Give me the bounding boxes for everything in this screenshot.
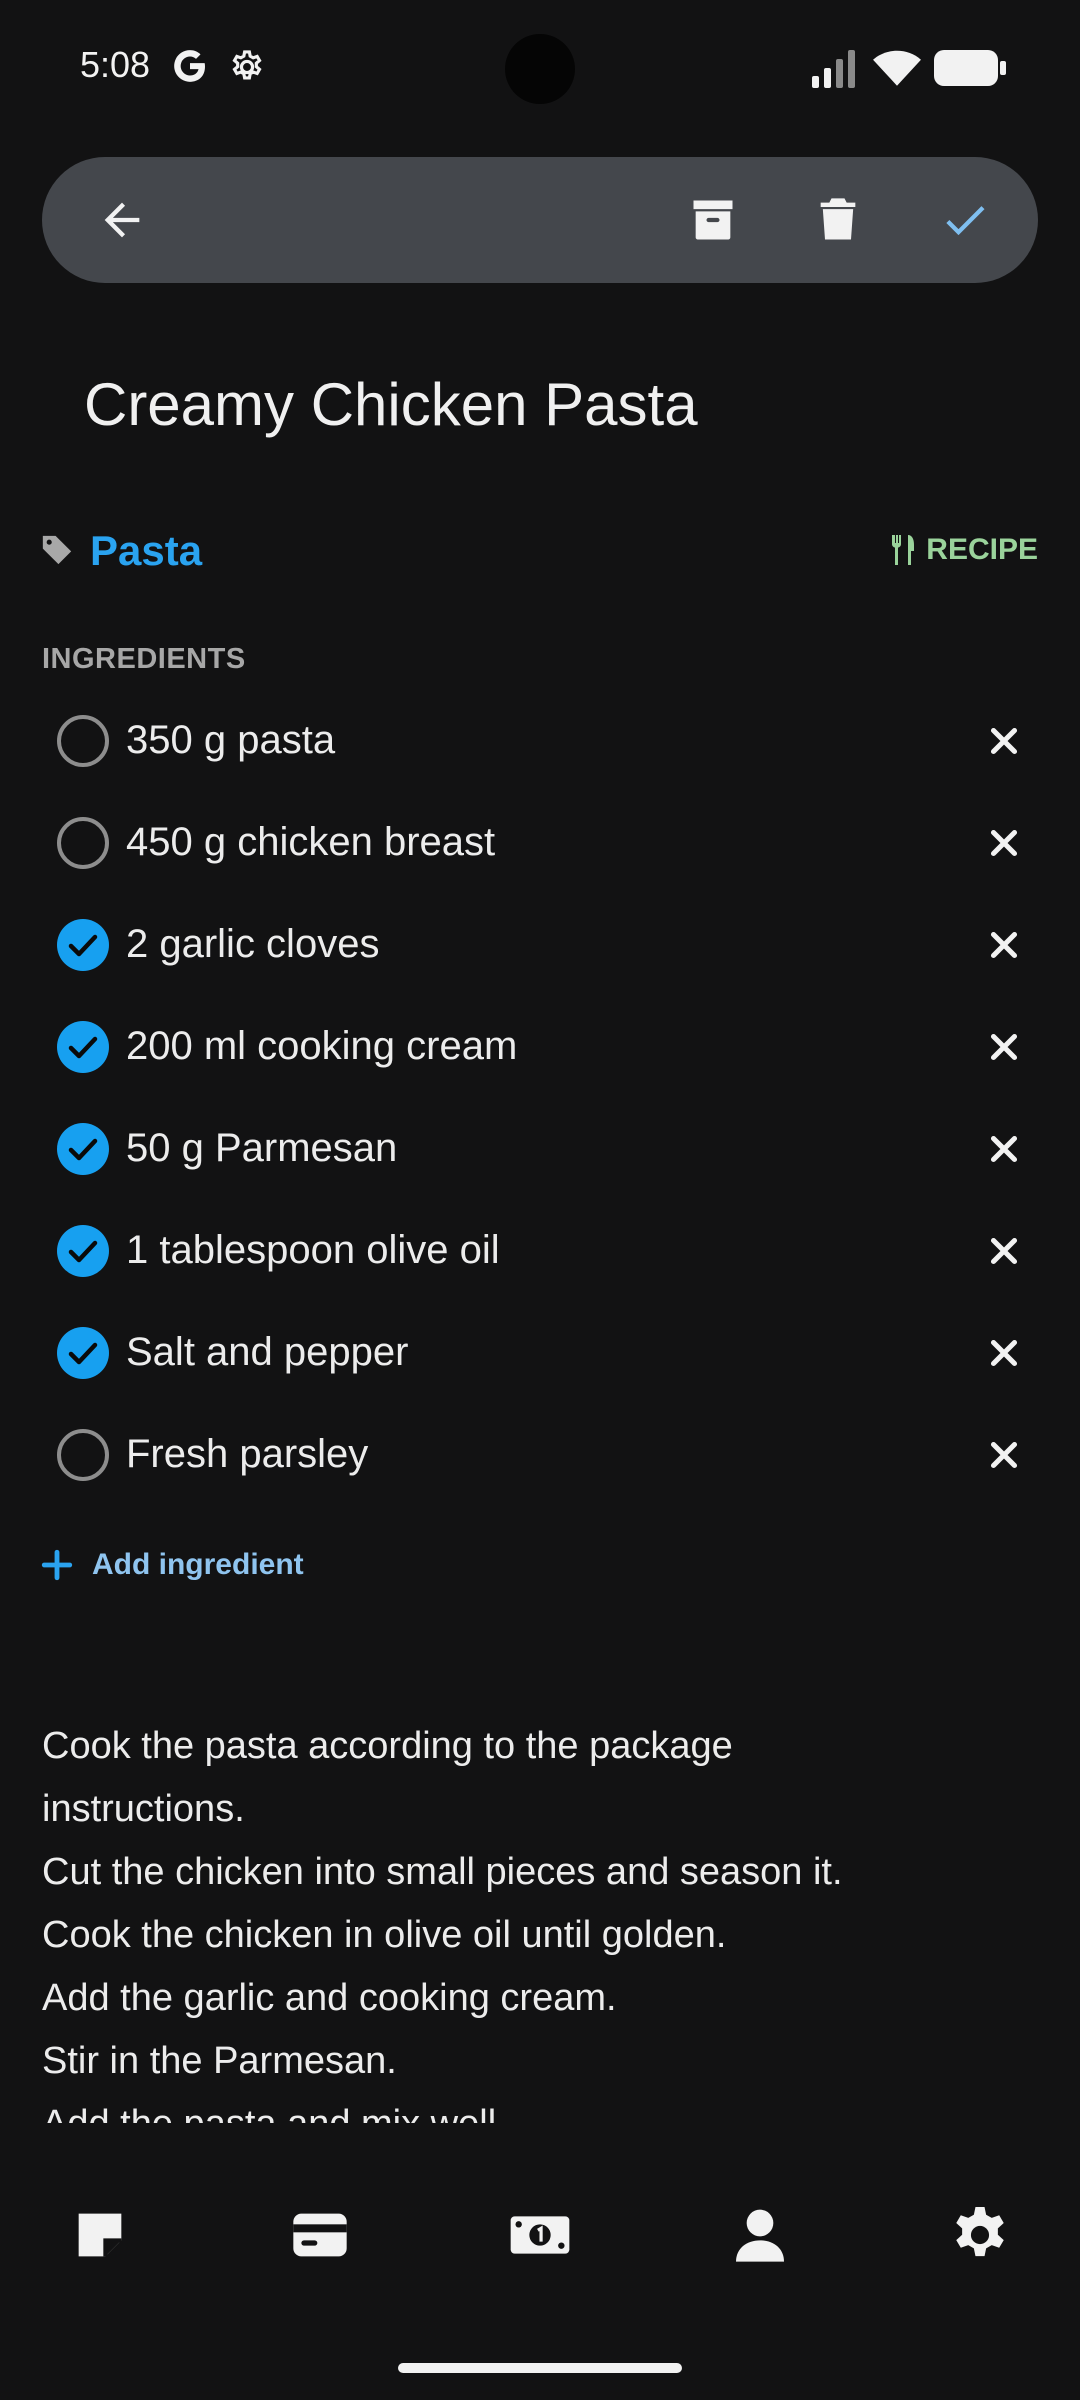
checked-circle-icon[interactable] bbox=[56, 1326, 110, 1380]
ingredient-item: 1 tablespoon olive oil bbox=[42, 1200, 1038, 1302]
back-button[interactable] bbox=[92, 190, 152, 250]
instruction-line: Stir in the Parmesan. bbox=[42, 2040, 397, 2082]
nav-notes[interactable] bbox=[65, 2200, 135, 2270]
plus-icon bbox=[41, 1549, 73, 1581]
note-title[interactable]: Creamy Chicken Pasta bbox=[84, 370, 698, 439]
instruction-line: instructions. bbox=[42, 1788, 245, 1830]
ingredient-text[interactable]: 1 tablespoon olive oil bbox=[126, 1228, 500, 1273]
instruction-line: Cook the pasta according to the package bbox=[42, 1725, 733, 1767]
close-icon[interactable] bbox=[986, 1437, 1022, 1473]
ingredient-text[interactable]: 200 ml cooking cream bbox=[126, 1024, 517, 1069]
tag-label[interactable]: Pasta bbox=[90, 527, 202, 575]
camera-cutout bbox=[505, 34, 575, 104]
close-icon[interactable] bbox=[986, 1029, 1022, 1065]
close-icon[interactable] bbox=[986, 1131, 1022, 1167]
ingredient-text[interactable]: 2 garlic cloves bbox=[126, 922, 379, 967]
unchecked-circle-icon[interactable] bbox=[56, 1428, 110, 1482]
ingredient-item: 450 g chicken breast bbox=[42, 792, 1038, 894]
credit-card-icon bbox=[293, 2213, 347, 2257]
utensils-icon bbox=[892, 535, 915, 565]
status-bar: 5:08 bbox=[0, 0, 1080, 140]
recipe-badge-label: RECIPE bbox=[926, 533, 1038, 566]
instruction-line: Cook the chicken in olive oil until gold… bbox=[42, 1914, 727, 1956]
close-icon[interactable] bbox=[986, 927, 1022, 963]
ingredient-item: 350 g pasta bbox=[42, 690, 1038, 792]
gear-icon bbox=[956, 2207, 1004, 2257]
ingredient-text[interactable]: 350 g pasta bbox=[126, 718, 335, 763]
ingredient-item: Fresh parsley bbox=[42, 1404, 1038, 1506]
note-icon bbox=[78, 2213, 122, 2257]
check-icon bbox=[946, 206, 985, 236]
unchecked-circle-icon[interactable] bbox=[56, 714, 110, 768]
home-indicator[interactable] bbox=[398, 2363, 682, 2373]
ingredients-header: INGREDIENTS bbox=[42, 643, 246, 675]
close-icon[interactable] bbox=[986, 1335, 1022, 1371]
instruction-line: Add the pasta and mix well. bbox=[42, 2093, 1042, 2123]
wifi-icon bbox=[873, 50, 921, 86]
ingredient-item: Salt and pepper bbox=[42, 1302, 1038, 1404]
archive-button[interactable] bbox=[683, 190, 743, 250]
instruction-line: Cut the chicken into small pieces and se… bbox=[42, 1851, 843, 1893]
recipe-badge[interactable]: RECIPE bbox=[890, 533, 1038, 567]
ingredients-list: 350 g pasta 450 g chicken breast 2 garli… bbox=[42, 690, 1038, 1506]
archive-icon bbox=[693, 200, 733, 240]
ingredient-text[interactable]: Salt and pepper bbox=[126, 1330, 408, 1375]
status-time: 5:08 bbox=[80, 44, 151, 85]
nav-settings[interactable] bbox=[945, 2200, 1015, 2270]
instruction-line: Add the garlic and cooking cream. bbox=[42, 1977, 617, 2019]
battery-icon bbox=[934, 50, 1006, 86]
checked-circle-icon[interactable] bbox=[56, 1224, 110, 1278]
person-icon bbox=[736, 2209, 784, 2262]
nav-money[interactable] bbox=[505, 2200, 575, 2270]
save-button[interactable] bbox=[935, 190, 995, 250]
signal-icon bbox=[812, 50, 855, 88]
checked-circle-icon[interactable] bbox=[56, 1122, 110, 1176]
google-icon bbox=[174, 50, 205, 82]
checked-circle-icon[interactable] bbox=[56, 918, 110, 972]
checked-circle-icon[interactable] bbox=[56, 1020, 110, 1074]
unchecked-circle-icon[interactable] bbox=[56, 816, 110, 870]
instructions-text[interactable]: Cook the pasta according to the package … bbox=[42, 1715, 1042, 2123]
add-ingredient-button[interactable]: Add ingredient bbox=[40, 1548, 304, 1582]
close-icon[interactable] bbox=[986, 825, 1022, 861]
ingredient-item: 2 garlic cloves bbox=[42, 894, 1038, 996]
tag-row: Pasta RECIPE bbox=[40, 525, 1038, 581]
ingredient-item: 200 ml cooking cream bbox=[42, 996, 1038, 1098]
tag-icon bbox=[42, 535, 72, 565]
settings-status-icon bbox=[232, 50, 262, 80]
add-ingredient-label: Add ingredient bbox=[92, 1548, 304, 1581]
nav-cards[interactable] bbox=[285, 2200, 355, 2270]
ingredient-text[interactable]: Fresh parsley bbox=[126, 1432, 368, 1477]
nav-profile[interactable] bbox=[725, 2200, 795, 2270]
close-icon[interactable] bbox=[986, 1233, 1022, 1269]
close-icon[interactable] bbox=[986, 723, 1022, 759]
banknote-icon bbox=[510, 2216, 570, 2254]
ingredient-text[interactable]: 50 g Parmesan bbox=[126, 1126, 397, 1171]
trash-icon bbox=[820, 198, 856, 240]
delete-button[interactable] bbox=[808, 190, 868, 250]
bottom-navigation bbox=[0, 2170, 1080, 2290]
note-toolbar bbox=[42, 157, 1038, 283]
ingredient-text[interactable]: 450 g chicken breast bbox=[126, 820, 495, 865]
arrow-left-icon bbox=[104, 202, 140, 238]
ingredient-item: 50 g Parmesan bbox=[42, 1098, 1038, 1200]
